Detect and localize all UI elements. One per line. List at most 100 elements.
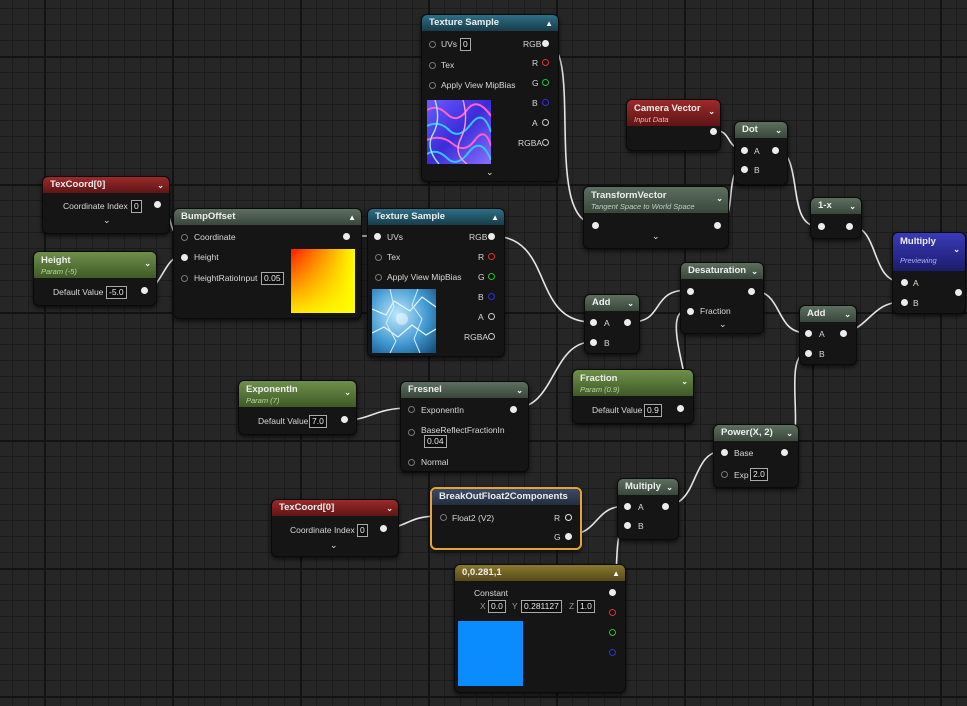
output-pin[interactable] [141, 287, 148, 294]
a-input-pin[interactable] [590, 319, 597, 326]
r-output-pin[interactable] [542, 59, 549, 66]
collapse-chevron-icon[interactable]: ⌄ [157, 178, 164, 193]
output-pin[interactable] [772, 147, 779, 154]
output-pin[interactable] [710, 128, 717, 135]
collapse-chevron-icon[interactable]: ⌄ [666, 480, 673, 495]
output-pin[interactable] [624, 319, 631, 326]
rgb-output-pin[interactable] [542, 40, 549, 47]
uvs-value-field[interactable]: 0 [460, 38, 471, 51]
expand-chevron-icon[interactable]: ⌄ [652, 231, 660, 242]
collapse-arrow-icon[interactable]: ▲ [612, 566, 620, 581]
node-header[interactable]: Texture Sample ▲ [422, 15, 558, 31]
uvs-input-pin[interactable] [429, 41, 436, 48]
node-header[interactable]: Multiply Previewing ⌄ [893, 233, 965, 271]
node-header[interactable]: 0,0.281,1 ▲ [455, 565, 625, 581]
fraction-param-node[interactable]: Fraction Param (0.9) ⌄ Default Value 0.9 [572, 369, 694, 424]
collapse-chevron-icon[interactable]: ⌄ [844, 307, 851, 322]
expand-chevron-icon[interactable]: ⌄ [719, 319, 727, 330]
exponent-input-pin[interactable] [408, 406, 415, 413]
desaturation-node[interactable]: Desaturation ⌄ Fraction ⌄ [680, 262, 764, 334]
output-pin[interactable] [341, 416, 348, 423]
node-header[interactable]: Fraction Param (0.9) ⌄ [573, 370, 693, 396]
collapse-arrow-icon[interactable]: ▲ [348, 210, 356, 225]
collapse-chevron-icon[interactable]: ⌄ [708, 105, 715, 119]
dot-node[interactable]: Dot ⌄ A B [734, 121, 788, 185]
height-param-node[interactable]: Height Param (-5) ⌄ Default Value -5.0 [33, 251, 157, 306]
a-input-pin[interactable] [901, 279, 908, 286]
coordinate-index-field[interactable]: 0 [131, 200, 142, 213]
height-ratio-field[interactable]: 0.05 [261, 272, 284, 285]
tex-input-pin[interactable] [429, 62, 436, 69]
multiply-node-bottom[interactable]: Multiply ⌄ A B [617, 478, 679, 540]
power-node[interactable]: Power(X, 2) ⌄ Base Exp 2.0 [713, 424, 799, 488]
expand-chevron-icon[interactable]: ⌄ [103, 215, 111, 226]
a-input-pin[interactable] [624, 503, 631, 510]
output-pin[interactable] [154, 201, 161, 208]
a-output-pin[interactable] [542, 119, 549, 126]
collapse-chevron-icon[interactable]: ⌄ [953, 243, 960, 257]
g-output-pin[interactable] [565, 533, 572, 540]
collapse-chevron-icon[interactable]: ⌄ [775, 123, 782, 138]
b-input-pin[interactable] [624, 522, 631, 529]
bump-offset-node[interactable]: BumpOffset ▲ Coordinate Height HeightRati… [173, 208, 362, 319]
g-output-pin[interactable] [542, 79, 549, 86]
node-header[interactable]: Multiply ⌄ [618, 479, 678, 495]
base-reflect-input-pin[interactable] [408, 429, 415, 436]
node-header[interactable]: TransformVector Tangent Space to World Sp… [584, 187, 728, 213]
float2-input-pin[interactable] [440, 514, 447, 521]
node-header[interactable]: Height Param (-5) ⌄ [34, 252, 156, 278]
collapse-chevron-icon[interactable]: ⌄ [344, 386, 351, 400]
collapse-arrow-icon[interactable]: ▲ [491, 210, 499, 225]
g-output-pin[interactable] [488, 273, 495, 280]
output-pin[interactable] [714, 222, 721, 229]
default-value-field[interactable]: -5.0 [106, 286, 127, 299]
b-input-pin[interactable] [901, 299, 908, 306]
texcoord-node-bottom[interactable]: TexCoord[0] ⌄ Coordinate Index 0 ⌄ [271, 499, 399, 557]
x-value-field[interactable]: 0.0 [488, 600, 506, 613]
node-header[interactable]: ExponentIn Param (7) ⌄ [239, 381, 356, 407]
uvs-input-pin[interactable] [374, 233, 381, 240]
base-reflect-field[interactable]: 0.04 [424, 435, 447, 448]
default-value-field[interactable]: 0.9 [644, 404, 662, 417]
add-node-left[interactable]: Add ⌄ A B [584, 294, 640, 354]
rgba-output-pin[interactable] [488, 333, 495, 340]
node-header[interactable]: TexCoord[0] ⌄ [43, 177, 169, 193]
b-output-pin[interactable] [609, 649, 616, 656]
a-input-pin[interactable] [741, 147, 748, 154]
mipbias-input-pin[interactable] [375, 274, 382, 281]
r-output-pin[interactable] [488, 253, 495, 260]
input-pin[interactable] [592, 222, 599, 229]
output-pin[interactable] [955, 289, 962, 296]
collapse-chevron-icon[interactable]: ⌄ [751, 264, 758, 279]
node-header[interactable]: Dot ⌄ [735, 122, 787, 138]
collapse-chevron-icon[interactable]: ⌄ [386, 501, 393, 516]
output-pin[interactable] [677, 405, 684, 412]
node-header[interactable]: BumpOffset ▲ [174, 209, 361, 225]
collapse-chevron-icon[interactable]: ⌄ [516, 383, 523, 398]
one-minus-node[interactable]: 1-x ⌄ [810, 197, 862, 239]
texcoord-node-top[interactable]: TexCoord[0] ⌄ Coordinate Index 0 ⌄ [42, 176, 170, 234]
constant-vector-node[interactable]: 0,0.281,1 ▲ Constant X 0.0 Y 0.281127 Z 1… [454, 564, 626, 693]
node-header[interactable]: Add ⌄ [800, 306, 856, 322]
rgb-output-pin[interactable] [488, 233, 495, 240]
y-value-field[interactable]: 0.281127 [521, 600, 562, 613]
default-value-field[interactable]: 7.0 [309, 415, 327, 428]
normal-input-pin[interactable] [408, 459, 415, 466]
exponent-param-node[interactable]: ExponentIn Param (7) ⌄ Default Value 7.0 [238, 380, 357, 435]
expand-chevron-icon[interactable]: ⌄ [486, 167, 494, 178]
output-pin[interactable] [510, 406, 517, 413]
b-input-pin[interactable] [590, 339, 597, 346]
rgba-output-pin[interactable] [542, 139, 549, 146]
collapse-chevron-icon[interactable]: ⌄ [681, 375, 688, 389]
b-output-pin[interactable] [542, 99, 549, 106]
output-pin[interactable] [840, 330, 847, 337]
output-pin[interactable] [781, 449, 788, 456]
input-pin[interactable] [818, 223, 825, 230]
g-output-pin[interactable] [609, 629, 616, 636]
output-pin[interactable] [343, 233, 350, 240]
tex-input-pin[interactable] [375, 254, 382, 261]
collapse-chevron-icon[interactable]: ⌄ [627, 296, 634, 311]
node-header[interactable]: Texture Sample ▲ [368, 209, 504, 225]
node-header[interactable]: Add ⌄ [585, 295, 639, 311]
collapse-chevron-icon[interactable]: ⌄ [716, 192, 723, 206]
